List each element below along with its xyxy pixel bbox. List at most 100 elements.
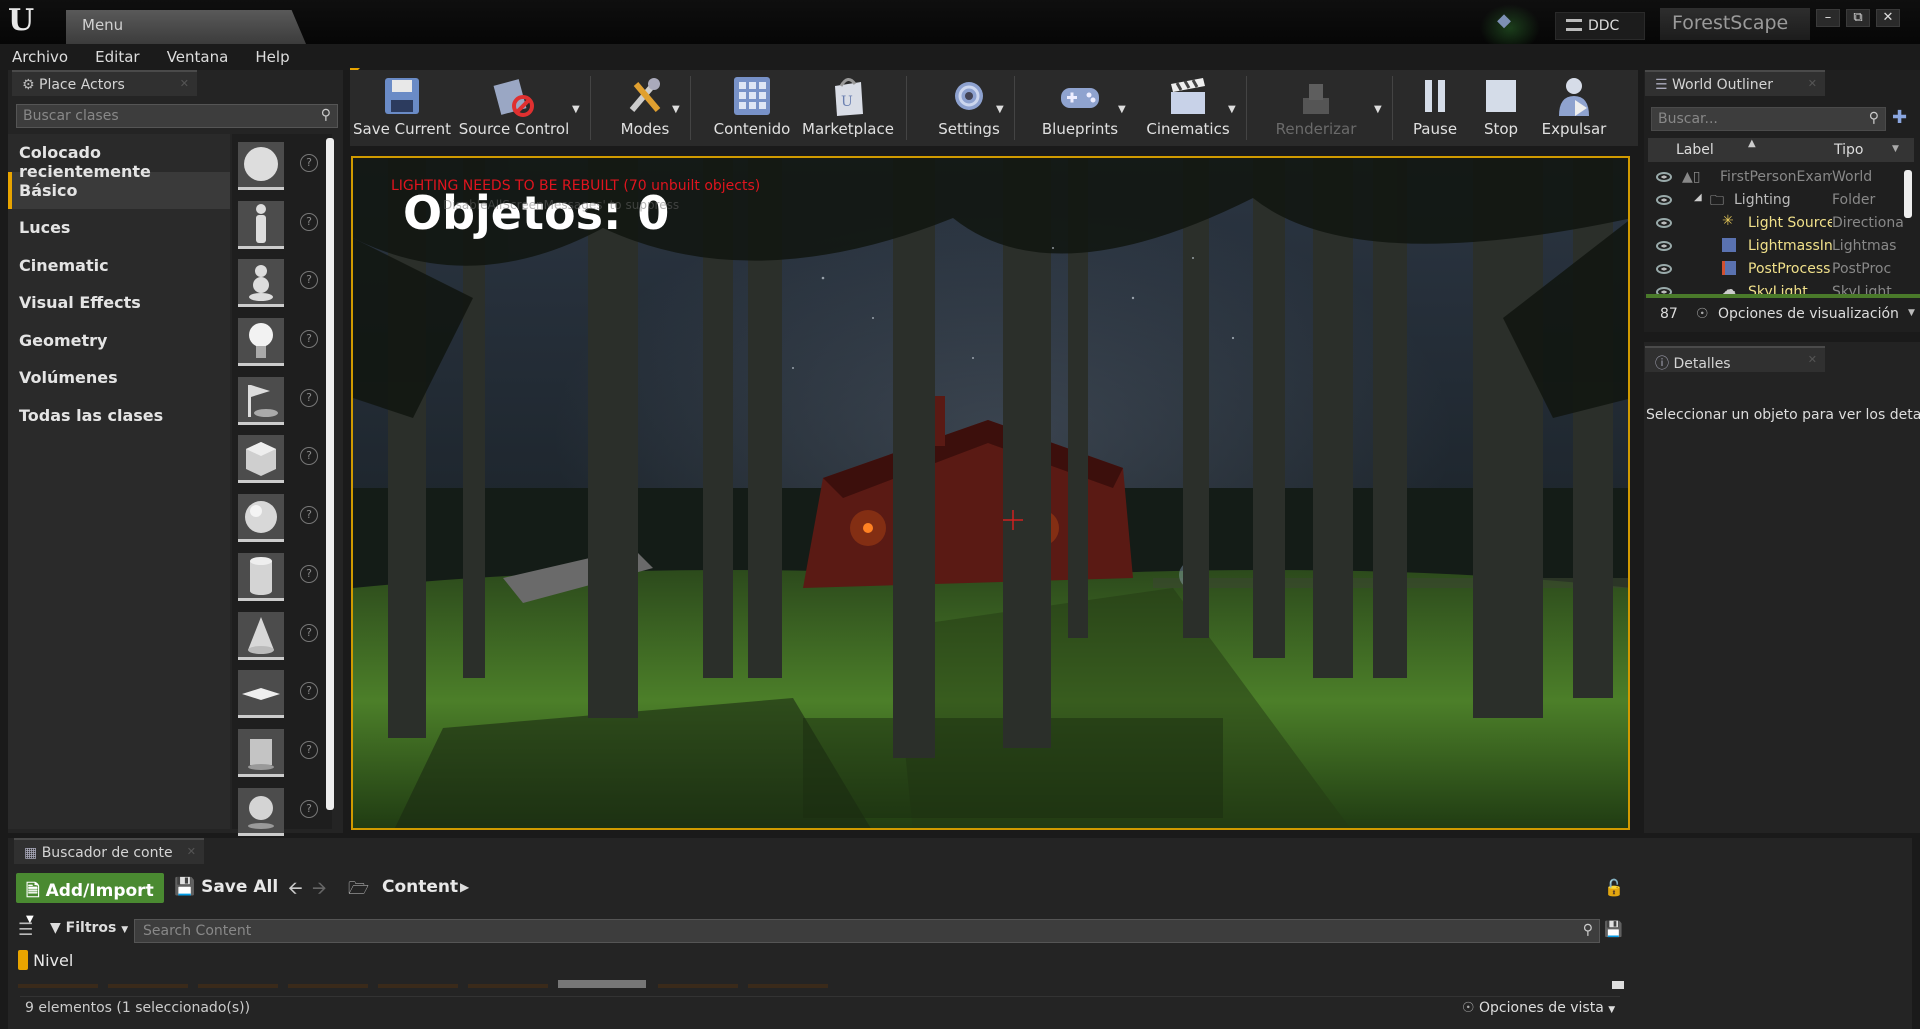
category-volumes[interactable]: Volúmenes bbox=[8, 359, 230, 397]
content-button[interactable]: Contenido bbox=[712, 70, 792, 146]
help-icon[interactable]: ? bbox=[300, 212, 318, 231]
outliner-col-label[interactable]: Label bbox=[1676, 142, 1714, 158]
content-browser-tab[interactable]: ▦ Buscador de conte ✕ bbox=[14, 838, 204, 864]
search-icon[interactable]: ⚲ bbox=[1869, 110, 1879, 126]
visibility-eye-icon[interactable] bbox=[1656, 241, 1672, 251]
category-recent[interactable]: Colocado recientemente bbox=[8, 134, 230, 181]
build-dropdown-icon[interactable]: ▼ bbox=[1374, 104, 1382, 115]
place-actors-scrollbar[interactable] bbox=[326, 138, 334, 810]
content-view-options[interactable]: ☉ Opciones de vista ▼ bbox=[1462, 1000, 1615, 1016]
sources-panel-toggle-icon[interactable]: ☰ bbox=[18, 920, 33, 940]
search-icon[interactable]: ⚲ bbox=[321, 107, 331, 123]
actor-item[interactable]: ? bbox=[232, 604, 332, 663]
outliner-col-type[interactable]: Tipo bbox=[1834, 142, 1863, 158]
help-icon[interactable]: ? bbox=[300, 330, 318, 349]
content-search-input[interactable]: Search Content ⚲ bbox=[134, 919, 1600, 943]
build-button[interactable]: Renderizar bbox=[1264, 70, 1368, 146]
category-geometry[interactable]: Geometry bbox=[8, 321, 230, 359]
save-search-icon[interactable]: 💾 bbox=[1604, 920, 1623, 938]
cinematics-button[interactable]: Cinematics bbox=[1138, 70, 1238, 146]
help-icon[interactable]: ? bbox=[300, 447, 318, 466]
blueprints-button[interactable]: Blueprints bbox=[1032, 70, 1128, 146]
forward-arrow-icon[interactable]: 🡪 bbox=[312, 876, 327, 906]
category-all-classes[interactable]: Todas las clases bbox=[8, 396, 230, 434]
category-cinematic[interactable]: Cinematic bbox=[8, 246, 230, 284]
actor-item[interactable]: ? bbox=[232, 780, 332, 839]
asset-tile[interactable] bbox=[378, 984, 458, 988]
tab-close-icon[interactable]: ✕ bbox=[1808, 353, 1817, 366]
help-icon[interactable]: ? bbox=[300, 154, 318, 172]
filters-button[interactable]: ▼ Filtros ▼ bbox=[50, 920, 128, 936]
details-tab[interactable]: ⓘ Detalles ✕ bbox=[1645, 346, 1825, 372]
outliner-row[interactable]: PostProcess PostProc bbox=[1648, 258, 1906, 281]
filter-chip-level[interactable]: Nivel bbox=[18, 950, 73, 974]
marketplace-button[interactable]: U Marketplace bbox=[800, 70, 896, 146]
visibility-eye-icon[interactable] bbox=[1656, 218, 1672, 228]
maximize-button[interactable]: ⧉ bbox=[1846, 9, 1870, 27]
modes-dropdown-icon[interactable]: ▼ bbox=[672, 104, 680, 115]
help-icon[interactable]: ? bbox=[300, 271, 318, 290]
asset-tile[interactable] bbox=[288, 984, 368, 988]
pause-button[interactable]: Pause bbox=[1402, 70, 1468, 146]
asset-tile[interactable] bbox=[468, 984, 548, 988]
eject-button[interactable]: Expulsar bbox=[1534, 70, 1614, 146]
save-current-button[interactable]: Save Current bbox=[352, 70, 452, 146]
actor-item[interactable]: ? bbox=[232, 545, 332, 604]
column-dropdown-icon[interactable]: ▼ bbox=[1892, 144, 1899, 154]
outliner-row[interactable]: ▲▯ FirstPersonExam World bbox=[1648, 166, 1906, 189]
world-outliner-tab[interactable]: ☰ World Outliner ✕ bbox=[1645, 70, 1825, 96]
outliner-scrollbar[interactable] bbox=[1904, 170, 1912, 218]
level-tab[interactable]: Menu bbox=[66, 10, 306, 44]
save-all-button[interactable]: 💾 Save All bbox=[174, 877, 278, 897]
category-visual-effects[interactable]: Visual Effects bbox=[8, 284, 230, 322]
category-lights[interactable]: Luces bbox=[8, 209, 230, 247]
outliner-row[interactable]: LightmassIn Lightmas bbox=[1648, 235, 1906, 258]
menu-editar[interactable]: Editar bbox=[83, 44, 149, 66]
place-actors-tab[interactable]: ⚙ Place Actors ✕ bbox=[12, 70, 197, 96]
breadcrumb-chevron-icon[interactable]: ▶ bbox=[460, 880, 469, 894]
help-icon[interactable]: ? bbox=[300, 506, 318, 525]
unreal-logo-icon[interactable]: U bbox=[8, 6, 40, 38]
back-arrow-icon[interactable]: 🡨 bbox=[288, 876, 303, 906]
actor-item[interactable]: ? bbox=[232, 251, 332, 310]
asset-tile[interactable] bbox=[18, 984, 98, 988]
pin-actor-icon[interactable]: ✚ bbox=[1892, 107, 1914, 129]
cinematics-dropdown-icon[interactable]: ▼ bbox=[1228, 104, 1236, 115]
minimize-button[interactable]: – bbox=[1816, 9, 1840, 27]
class-search-input[interactable]: Buscar clases ⚲ bbox=[16, 104, 338, 128]
menu-help[interactable]: Help bbox=[243, 44, 299, 66]
actor-item[interactable]: ? bbox=[232, 310, 332, 369]
source-control-button[interactable]: Source Control bbox=[458, 70, 570, 146]
visibility-eye-icon[interactable] bbox=[1656, 264, 1672, 274]
lock-icon[interactable]: 🔓 bbox=[1604, 878, 1624, 897]
actor-item[interactable]: ? bbox=[232, 369, 332, 428]
actor-item[interactable]: ? bbox=[232, 721, 332, 780]
visibility-eye-icon[interactable] bbox=[1656, 172, 1672, 182]
help-icon[interactable]: ? bbox=[300, 682, 318, 701]
help-icon[interactable]: ? bbox=[300, 740, 318, 759]
asset-tile[interactable] bbox=[658, 984, 738, 988]
expand-arrow-icon[interactable]: ◢ bbox=[1694, 192, 1702, 203]
source-control-dropdown-icon[interactable]: ▼ bbox=[572, 104, 580, 115]
outliner-row[interactable]: ◢ 🗀 Lighting Folder bbox=[1648, 189, 1906, 212]
actor-item[interactable]: ? bbox=[232, 486, 332, 545]
settings-dropdown-icon[interactable]: ▼ bbox=[996, 104, 1004, 115]
level-viewport[interactable]: Objetos: 0 LIGHTING NEEDS TO BE REBUILT … bbox=[351, 156, 1630, 830]
path-breadcrumb-content[interactable]: Content bbox=[382, 877, 458, 897]
menu-ventana[interactable]: Ventana bbox=[155, 44, 239, 66]
help-icon[interactable]: ? bbox=[300, 623, 318, 642]
graduation-cap-icon[interactable]: ◆ bbox=[1484, 10, 1524, 40]
asset-scrollbar[interactable] bbox=[1612, 981, 1624, 989]
actor-item[interactable]: ? bbox=[232, 662, 332, 721]
view-options-label[interactable]: Opciones de visualización bbox=[1718, 306, 1899, 322]
stop-button[interactable]: Stop bbox=[1470, 70, 1532, 146]
help-icon[interactable]: ? bbox=[300, 564, 318, 583]
actor-item[interactable]: ? bbox=[232, 134, 332, 193]
search-icon[interactable]: ⚲ bbox=[1583, 922, 1593, 938]
tab-close-icon[interactable]: ✕ bbox=[187, 845, 196, 858]
view-options-dropdown-icon[interactable]: ▼ bbox=[1908, 308, 1915, 318]
add-import-button[interactable]: 🗎 Add/Import ▼ bbox=[16, 873, 164, 925]
tab-close-icon[interactable]: ✕ bbox=[1808, 77, 1817, 90]
actor-item[interactable]: ? bbox=[232, 427, 332, 486]
asset-tile[interactable] bbox=[108, 984, 188, 988]
